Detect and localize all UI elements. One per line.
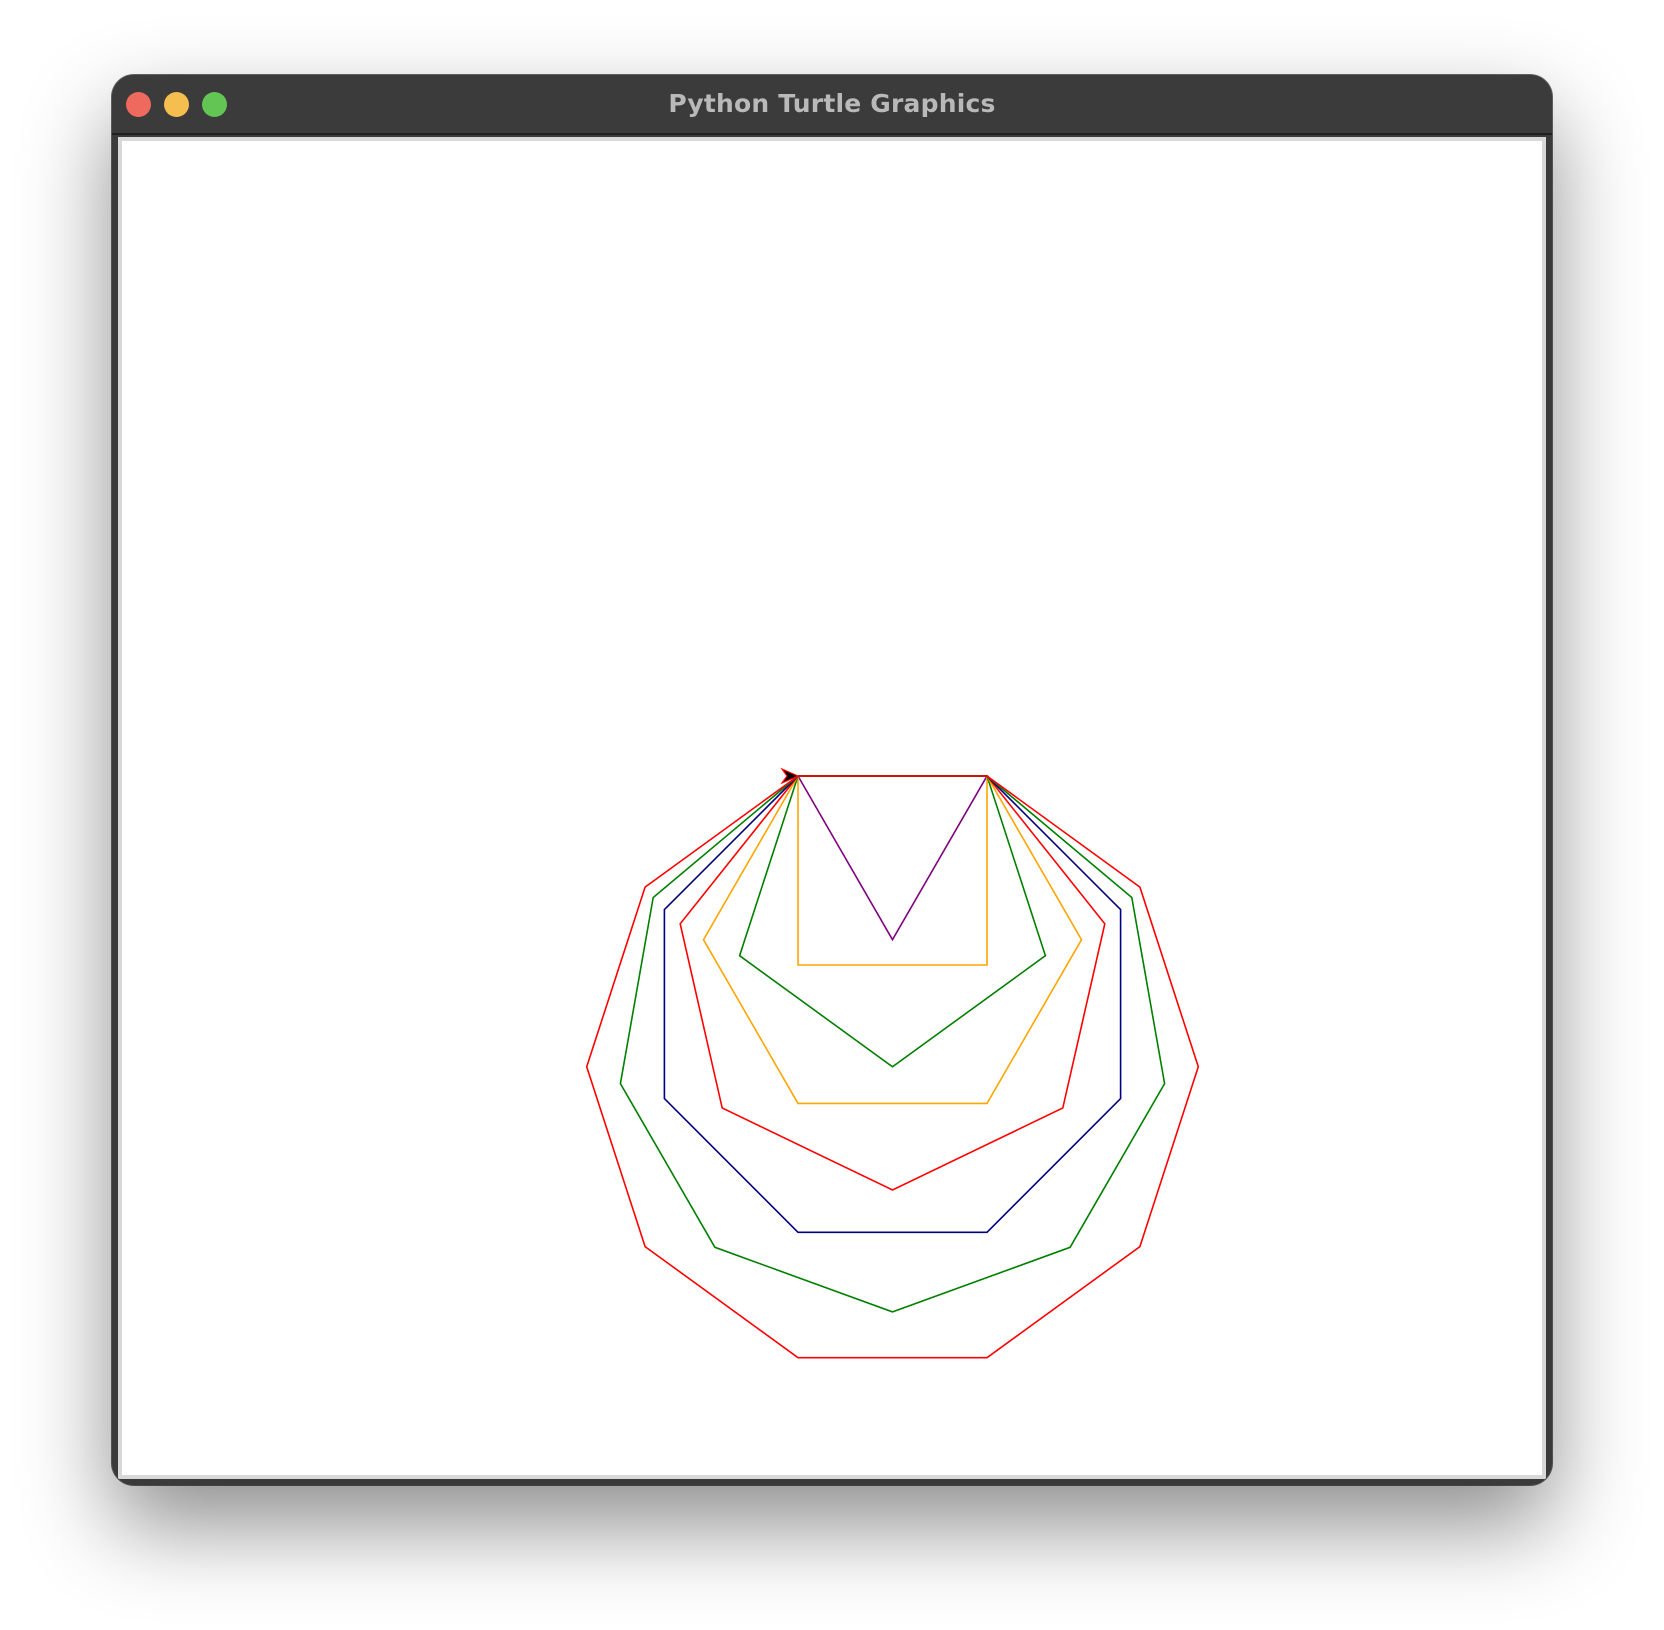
turtle-canvas[interactable] (122, 141, 1542, 1475)
title-bar[interactable]: Python Turtle Graphics (112, 75, 1552, 135)
octagon-outline (663, 775, 1122, 1234)
window-title: Python Turtle Graphics (668, 89, 996, 118)
heptagon-outline (679, 775, 1106, 1191)
pentagon-outline (738, 775, 1047, 1068)
turtle-drawing (585, 767, 1200, 1359)
canvas-frame (118, 137, 1546, 1479)
turtle-window: Python Turtle Graphics (112, 75, 1552, 1485)
triangle-outline (797, 775, 989, 942)
square-outline (797, 775, 988, 966)
